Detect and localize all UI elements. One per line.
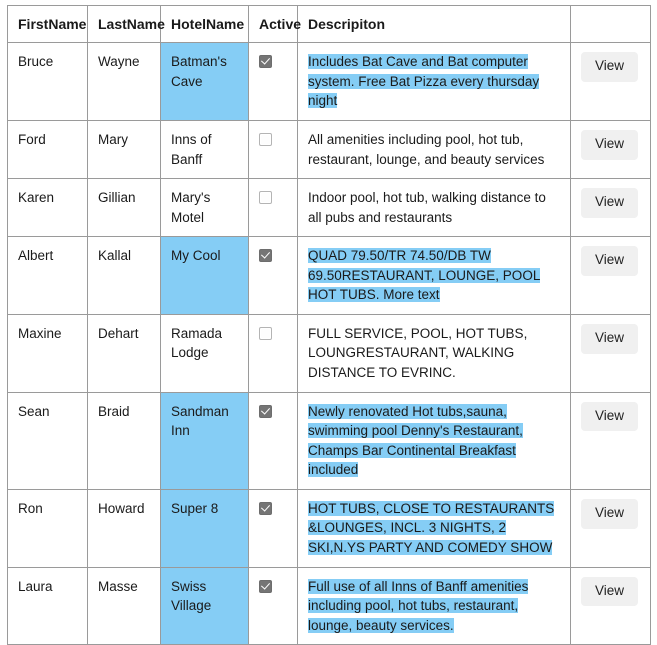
table-row: Bruce Wayne Batman's Cave Includes Bat Cave…: [7, 42, 651, 121]
hotel-table-container: FirstName LastName HotelName Active Desc…: [7, 4, 651, 645]
cell-hotel-name: My Cool: [160, 236, 249, 315]
cell-hotel-name: Inns of Banff: [160, 119, 249, 180]
cell-last-name: Gillian: [87, 178, 161, 238]
cell-action: View: [570, 313, 651, 393]
hotel-table: FirstName LastName HotelName Active Desc…: [7, 4, 651, 645]
column-header-last-name[interactable]: LastName: [87, 4, 165, 44]
table-row: Albert Kallal My Cool QUAD 79.50/TR 74.50/D…: [7, 236, 651, 315]
cell-action: View: [570, 119, 651, 180]
view-button[interactable]: View: [581, 188, 639, 218]
cell-description: Full use of all Inns of Banff amenities …: [297, 566, 571, 645]
cell-description: FULL SERVICE, POOL, HOT TUBS, LOUNGRESTA…: [297, 313, 571, 393]
cell-first-name: Ford: [7, 119, 88, 180]
cell-active: [248, 488, 298, 568]
checkbox-checked-icon[interactable]: [259, 249, 272, 263]
cell-first-name: Maxine: [7, 313, 88, 393]
table-row: Laura Masse Swiss Village Full use of all I…: [7, 566, 651, 645]
table-row: Ron Howard Super 8 HOT TUBS, CLOSE TO RESTA…: [7, 488, 651, 568]
cell-description: HOT TUBS, CLOSE TO RESTAURANTS &LOUNGES,…: [297, 488, 571, 568]
column-header-description[interactable]: Descripiton: [297, 4, 571, 44]
cell-action: View: [570, 391, 651, 490]
checkbox-checked-icon[interactable]: [259, 404, 272, 418]
view-button[interactable]: View: [581, 401, 639, 432]
cell-action: View: [570, 178, 651, 238]
column-header-action: [570, 4, 651, 44]
cell-last-name: Howard: [87, 488, 161, 568]
cell-action: View: [570, 236, 651, 315]
cell-description: All amenities including pool, hot tub, r…: [297, 119, 571, 180]
cell-active: [248, 42, 298, 121]
cell-description: Includes Bat Cave and Bat computer syste…: [297, 42, 571, 121]
view-button[interactable]: View: [581, 498, 639, 529]
cell-first-name: Ron: [7, 488, 88, 568]
cell-last-name: Masse: [87, 566, 161, 645]
cell-hotel-name: Sandman Inn: [160, 391, 249, 490]
view-button[interactable]: View: [581, 576, 639, 607]
checkbox-checked-icon[interactable]: [259, 501, 272, 515]
cell-description: Indoor pool, hot tub, walking distance t…: [297, 178, 571, 238]
table-row: Karen Gillian Mary's Motel Indoor pool, hot…: [7, 178, 651, 238]
cell-hotel-name: Mary's Motel: [160, 178, 249, 238]
cell-last-name: Wayne: [87, 42, 161, 121]
column-header-first-name[interactable]: FirstName: [7, 4, 88, 44]
checkbox-checked-icon[interactable]: [259, 55, 272, 69]
cell-last-name: Kallal: [87, 236, 161, 315]
checkbox-unchecked-icon[interactable]: [259, 326, 272, 340]
cell-description: QUAD 79.50/TR 74.50/DB TW 69.50RESTAURAN…: [297, 236, 571, 315]
cell-hotel-name: Super 8: [160, 488, 249, 568]
cell-first-name: Laura: [7, 566, 88, 645]
selected-text-run: QUAD 79.50/TR 74.50/DB TW 69.50RESTAURAN…: [308, 248, 541, 303]
cell-first-name: Bruce: [7, 42, 88, 121]
table-row: Maxine Dehart Ramada Lodge FULL SERVICE, PO…: [7, 313, 651, 393]
selected-text-run: Newly renovated Hot tubs,sauna, swimming…: [308, 403, 523, 478]
cell-first-name: Karen: [7, 178, 88, 238]
cell-last-name: Dehart: [87, 313, 161, 393]
table-header-row: FirstName LastName HotelName Active Desc…: [7, 4, 651, 44]
cell-action: View: [570, 488, 651, 568]
view-button[interactable]: View: [581, 129, 639, 160]
checkbox-checked-icon[interactable]: [259, 579, 272, 593]
cell-first-name: Sean: [7, 391, 88, 490]
selected-text-run: Full use of all Inns of Banff amenities …: [308, 578, 529, 633]
selected-text-run: Includes Bat Cave and Bat computer syste…: [308, 54, 540, 109]
cell-active: [248, 178, 298, 238]
cell-last-name: Mary: [87, 119, 161, 180]
checkbox-unchecked-icon[interactable]: [259, 191, 272, 205]
cell-action: View: [570, 566, 651, 645]
cell-hotel-name: Ramada Lodge: [160, 313, 249, 393]
cell-last-name: Braid: [87, 391, 161, 490]
cell-active: [248, 313, 298, 393]
cell-active: [248, 119, 298, 180]
cell-active: [248, 566, 298, 645]
cell-action: View: [570, 42, 651, 121]
table-row: Ford Mary Inns of Banff All amenities inclu…: [7, 119, 651, 180]
table-header: FirstName LastName HotelName Active Desc…: [7, 4, 651, 44]
cell-first-name: Albert: [7, 236, 88, 315]
table-body: Bruce Wayne Batman's Cave Includes Bat Cave…: [7, 42, 651, 645]
cell-description: Newly renovated Hot tubs,sauna, swimming…: [297, 391, 571, 490]
column-header-active[interactable]: Active: [248, 4, 301, 44]
column-header-hotel-name[interactable]: HotelName: [160, 4, 249, 44]
cell-hotel-name: Swiss Village: [160, 566, 249, 645]
table-row: Sean Braid Sandman Inn Newly renovated Hot …: [7, 391, 651, 490]
view-button[interactable]: View: [581, 52, 639, 83]
cell-active: [248, 236, 298, 315]
cell-active: [248, 391, 298, 490]
view-button[interactable]: View: [581, 246, 639, 277]
cell-hotel-name: Batman's Cave: [160, 42, 249, 121]
selected-text-run: HOT TUBS, CLOSE TO RESTAURANTS &LOUNGES,…: [308, 500, 555, 555]
checkbox-unchecked-icon[interactable]: [259, 132, 272, 146]
view-button[interactable]: View: [581, 323, 639, 354]
